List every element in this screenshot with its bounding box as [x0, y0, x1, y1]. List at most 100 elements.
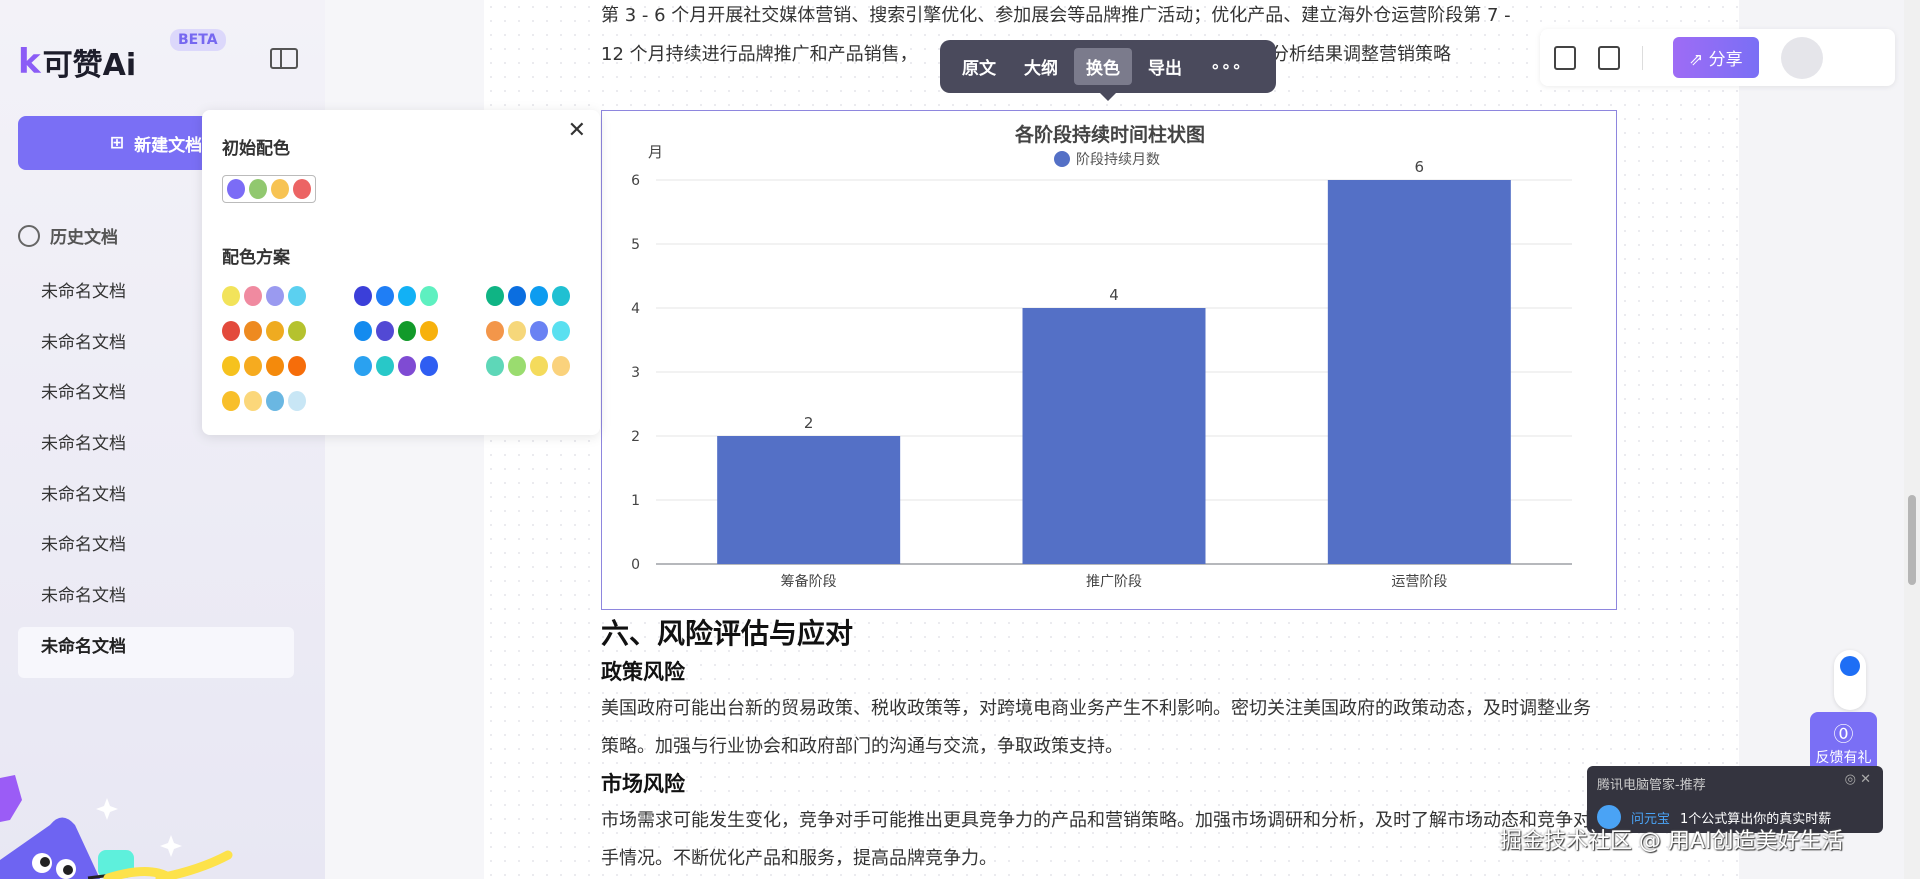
toolbar-outline-button[interactable]: 大纲 [1012, 48, 1070, 85]
y-tick-label: 2 [631, 429, 640, 445]
feedback-button[interactable]: ⓪ 反馈有礼 [1810, 712, 1877, 772]
color-dot [244, 321, 262, 341]
toolbar-original-button[interactable]: 原文 [950, 48, 1008, 85]
color-dot [244, 356, 262, 376]
color-dot [354, 356, 372, 376]
share-icon: ⇗ [1689, 50, 1709, 70]
color-scheme-option[interactable] [354, 356, 486, 376]
y-tick-label: 0 [631, 557, 640, 573]
new-document-label: 新建文档 [134, 135, 203, 156]
color-dot [486, 356, 504, 376]
share-button[interactable]: ⇗ 分享 [1673, 37, 1759, 78]
y-tick-label: 3 [631, 365, 640, 381]
color-scheme-option[interactable] [486, 321, 618, 341]
color-dot [271, 179, 289, 199]
legend-marker [1054, 151, 1070, 167]
feedback-label: 反馈有礼 [1815, 750, 1872, 766]
tencent-notification[interactable]: 腾讯电脑管家-推荐 ◎ ✕ 问元宝 1个公式算出你的真实时薪 [1587, 766, 1883, 833]
color-dot [420, 356, 438, 376]
chart-title: 各阶段持续时间柱状图 [1014, 123, 1205, 146]
color-scheme-option[interactable] [486, 356, 618, 376]
color-dot [552, 286, 570, 306]
chart-toolbar: 原文 大纲 换色 导出 ∘∘∘ [940, 40, 1276, 101]
paragraph-line: 12 个月持续进行品牌推广和产品销售， [601, 44, 918, 65]
y-axis-label: 月 [648, 143, 663, 161]
color-dot [288, 321, 306, 341]
y-tick-label: 5 [631, 237, 640, 253]
toolbar-more-icon[interactable]: ∘∘∘ [1198, 51, 1254, 83]
scrollbar-thumb[interactable] [1908, 495, 1916, 585]
color-dot [244, 391, 262, 411]
avatar[interactable] [1780, 36, 1823, 79]
color-dot [222, 286, 240, 306]
y-tick-label: 1 [631, 493, 640, 509]
bar [1327, 180, 1511, 564]
color-scheme-option[interactable] [486, 286, 618, 306]
market-paragraph: 市场需求可能发生变化，竞争对手可能推出更具竞争力的产品和营销策略。加强市场调研和… [601, 810, 1591, 869]
new-document-icon: ⊞ [109, 133, 125, 153]
yuanbao-icon [1597, 805, 1621, 829]
bar [717, 436, 901, 564]
color-scheme-option[interactable] [222, 321, 354, 341]
chart-container[interactable]: 各阶段持续时间柱状图 阶段持续月数 月 0 1 2 3 4 5 6 2 筹备阶段 4 推广阶段 6 运营阶段 [601, 110, 1617, 610]
logo[interactable]: k 可赞Ai [18, 40, 136, 84]
color-dot [420, 321, 438, 341]
color-scheme-option[interactable] [354, 321, 486, 341]
color-scheme-option[interactable] [222, 286, 354, 306]
close-icon[interactable]: ✕ [568, 118, 586, 143]
color-dot [222, 321, 240, 341]
policy-paragraph: 美国政府可能出台新的贸易政策、税收政策等，对跨境电商业务产生不利影响。密切关注美… [601, 698, 1591, 757]
notification-title: 腾讯电脑管家-推荐 [1597, 778, 1706, 793]
color-dot [293, 179, 311, 199]
scrollbar[interactable] [1904, 0, 1920, 879]
color-dot [376, 286, 394, 306]
initial-color-swatch[interactable] [222, 175, 316, 203]
history-header: 历史文档 [18, 223, 118, 248]
color-dot [552, 321, 570, 341]
notification-brand: 问元宝 [1631, 811, 1671, 827]
section-heading: 六、风险评估与应对 [601, 617, 854, 650]
divider [1642, 45, 1643, 70]
color-dot [552, 356, 570, 376]
history-label: 历史文档 [50, 228, 118, 248]
color-dot [244, 286, 262, 306]
image-icon[interactable] [1554, 45, 1576, 70]
subheading-policy: 政策风险 [601, 660, 685, 684]
color-scheme-option[interactable] [222, 391, 354, 411]
logo-text: 可赞Ai [42, 48, 137, 83]
color-dot [530, 286, 548, 306]
bar-chart: 各阶段持续时间柱状图阶段持续月数 月 0 1 2 3 4 5 6 2 筹备阶段 4 推广阶段 6 运营阶段 [631, 123, 1572, 590]
color-scheme-option[interactable] [354, 286, 486, 306]
history-item[interactable]: 未命名文档 [18, 475, 294, 526]
toolbar-export-button[interactable]: 导出 [1136, 48, 1194, 85]
color-dot [376, 321, 394, 341]
history-item-active[interactable]: 未命名文档 [18, 626, 294, 678]
bar-value-label: 2 [804, 414, 814, 432]
export-file-icon[interactable] [1598, 45, 1620, 70]
color-dot [486, 321, 504, 341]
paragraph-line: 第 3 - 6 个月开展社交媒体营销、搜索引擎优化、参加展会等品牌推广活动；优化… [601, 5, 1511, 26]
assistant-float-icon[interactable] [1834, 650, 1866, 710]
history-item[interactable]: 未命名文档 [18, 576, 294, 627]
color-dot [266, 286, 284, 306]
bar-value-label: 6 [1415, 158, 1425, 176]
initial-colors-title: 初始配色 [222, 139, 290, 159]
color-scheme-option [486, 391, 618, 411]
sidebar-toggle-icon[interactable] [270, 48, 298, 69]
color-dot [288, 391, 306, 411]
history-item[interactable]: 未命名文档 [18, 525, 294, 576]
color-dot [398, 356, 416, 376]
paragraph-line: 分析结果调整营销策略 [1271, 44, 1451, 65]
watermark: 掘金技术社区 @ 用AI创造美好生活 [1500, 829, 1844, 854]
color-scheme-grid [222, 286, 580, 411]
y-tick-label: 4 [631, 301, 640, 317]
legend-label: 阶段持续月数 [1076, 151, 1160, 168]
bar-value-label: 4 [1109, 286, 1119, 304]
color-scheme-option[interactable] [222, 356, 354, 376]
color-dot [398, 321, 416, 341]
toolbar-recolor-button[interactable]: 换色 [1074, 48, 1132, 85]
notification-close-icon[interactable]: ◎ ✕ [1845, 772, 1871, 787]
bar [1022, 308, 1206, 564]
mascot-illustration [0, 775, 233, 879]
x-tick-label: 推广阶段 [1086, 574, 1142, 590]
